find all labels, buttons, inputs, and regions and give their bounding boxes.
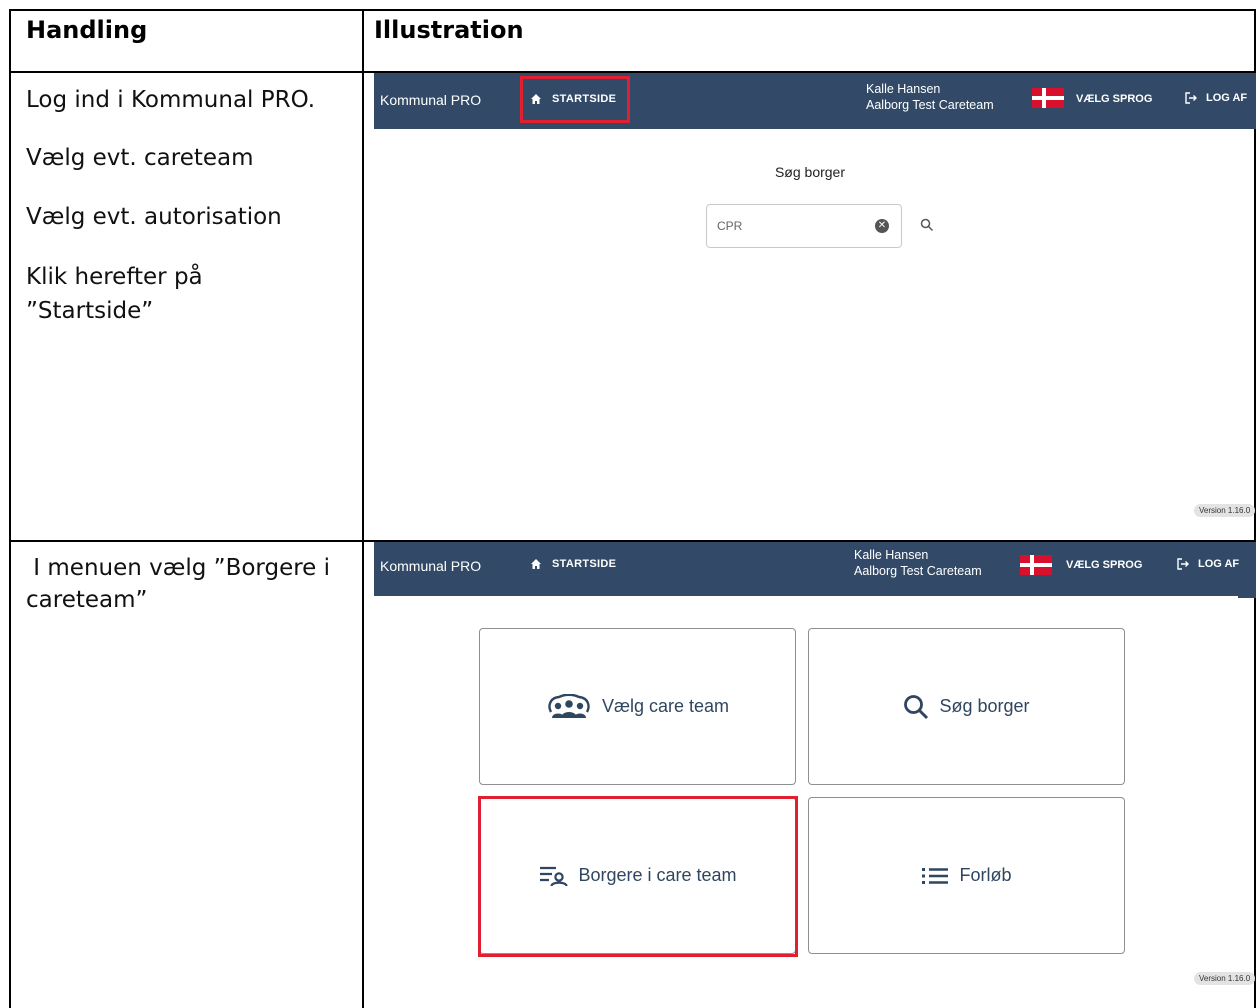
people-group-icon	[548, 693, 590, 718]
tile-search-citizen[interactable]: Søg borger	[808, 628, 1125, 785]
step-text: Log ind i Kommunal PRO.	[26, 87, 316, 113]
step-text: Klik herefter på	[26, 264, 203, 290]
search-title: Søg borger	[774, 164, 846, 180]
highlight-box-citizens-in-care-team	[478, 796, 798, 957]
column-header-handling: Handling	[26, 16, 148, 44]
cpr-placeholder: CPR	[717, 219, 743, 233]
cpr-search-input[interactable]: CPR ✕	[706, 204, 902, 248]
user-name: Kalle Hansen	[854, 548, 929, 562]
table-border-top	[9, 9, 1256, 11]
step-text: ”Startside”	[26, 298, 154, 324]
step-text: Vælg evt. autorisation	[26, 204, 282, 230]
tile-label: Vælg care team	[601, 696, 730, 716]
user-team: Aalborg Test Careteam	[854, 564, 982, 578]
logout-button[interactable]: LOG AF	[1184, 91, 1247, 105]
tile-label: Forløb	[959, 865, 1012, 885]
danish-flag-icon[interactable]	[1032, 88, 1064, 108]
logout-button[interactable]: LOG AF	[1176, 557, 1239, 571]
logout-label: LOG AF	[1198, 558, 1240, 570]
highlight-box-startside	[520, 76, 630, 123]
home-icon	[531, 559, 541, 569]
step-text: Vælg evt. careteam	[26, 145, 254, 171]
clear-icon[interactable]: ✕	[875, 219, 889, 233]
search-icon[interactable]	[920, 218, 934, 232]
list-icon	[922, 867, 949, 884]
user-info: Kalle Hansen Aalborg Test Careteam	[854, 547, 982, 579]
danish-flag-icon[interactable]	[1020, 555, 1052, 575]
tile-courses[interactable]: Forløb	[808, 797, 1125, 954]
user-name: Kalle Hansen	[866, 82, 941, 96]
table-column-divider	[362, 9, 364, 1008]
home-link[interactable]: STARTSIDE	[530, 558, 616, 570]
step-text: I menuen vælg ”Borgere i	[26, 555, 331, 581]
version-badge: Version 1.16.0	[1194, 504, 1256, 517]
logout-icon	[1177, 558, 1189, 570]
search-icon	[904, 694, 929, 719]
scrollbar[interactable]	[1238, 596, 1256, 598]
user-info: Kalle Hansen Aalborg Test Careteam	[866, 81, 994, 113]
app-brand: Kommunal PRO	[380, 92, 482, 108]
app-header: Kommunal PRO STARTSIDE Kalle Hansen Aalb…	[374, 73, 1256, 129]
user-team: Aalborg Test Careteam	[866, 98, 994, 112]
table-border-left	[9, 9, 11, 1008]
language-button[interactable]: VÆLG SPROG	[1066, 559, 1142, 571]
step-text: careteam”	[26, 587, 148, 613]
home-label: STARTSIDE	[552, 558, 617, 570]
logout-label: LOG AF	[1206, 92, 1248, 104]
app-brand: Kommunal PRO	[380, 558, 482, 574]
tile-choose-care-team[interactable]: Vælg care team	[479, 628, 796, 785]
tile-label: Søg borger	[939, 696, 1030, 716]
app-header: Kommunal PRO STARTSIDE Kalle Hansen Aalb…	[374, 542, 1256, 596]
logout-icon	[1185, 92, 1197, 104]
version-badge: Version 1.16.0	[1194, 972, 1256, 985]
column-header-illustration: Illustration	[374, 16, 524, 44]
language-button[interactable]: VÆLG SPROG	[1076, 93, 1152, 105]
